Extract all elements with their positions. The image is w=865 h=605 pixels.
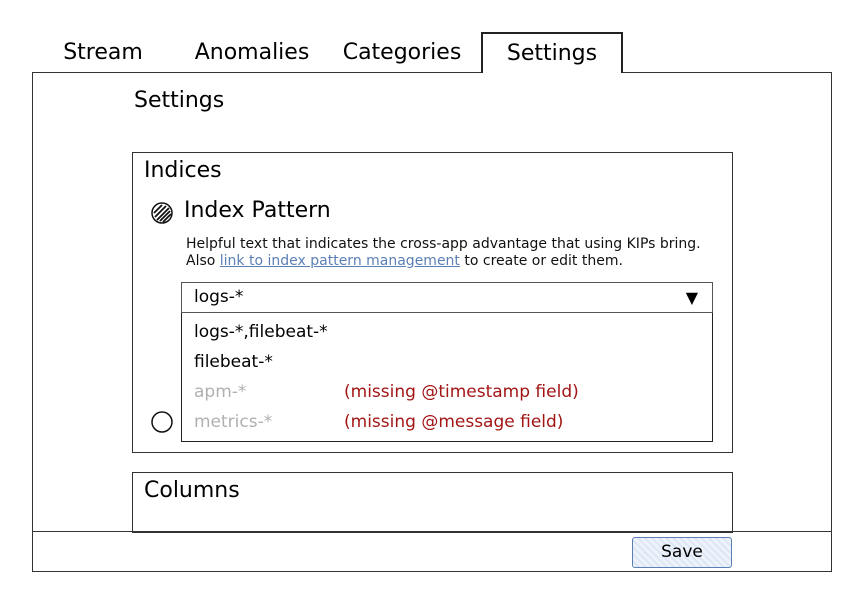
option-label: apm-*	[194, 382, 247, 402]
tab-settings[interactable]: Settings	[481, 32, 623, 73]
option-metrics: metrics-* (missing @message field)	[194, 407, 704, 437]
help-text: Helpful text that indicates the cross-ap…	[186, 236, 706, 270]
radio-empty-icon[interactable]	[150, 410, 174, 434]
footer-divider	[32, 531, 832, 532]
save-button[interactable]: Save	[632, 537, 732, 568]
tab-anomalies[interactable]: Anomalies	[184, 32, 320, 72]
tab-stream[interactable]: Stream	[48, 32, 158, 72]
page-title: Settings	[134, 88, 225, 113]
option-warning: (missing @message field)	[344, 412, 564, 432]
option-filebeat[interactable]: filebeat-*	[194, 347, 704, 377]
indices-title: Indices	[144, 158, 222, 183]
index-pattern-dropdown: logs-*,filebeat-* filebeat-* apm-* (miss…	[181, 313, 713, 442]
help-text-after: to create or edit them.	[459, 253, 623, 269]
index-pattern-select[interactable]: logs-* ▼	[181, 282, 713, 313]
option-warning: (missing @timestamp field)	[344, 382, 579, 402]
tab-categories[interactable]: Categories	[334, 32, 470, 72]
option-logs-filebeat[interactable]: logs-*,filebeat-*	[194, 317, 704, 347]
columns-title: Columns	[144, 478, 240, 503]
radio-selected-icon[interactable]	[150, 201, 174, 225]
option-label: logs-*,filebeat-*	[194, 322, 328, 342]
select-value: logs-*	[194, 287, 244, 307]
option-apm: apm-* (missing @timestamp field)	[194, 377, 704, 407]
option-label: metrics-*	[194, 412, 273, 432]
index-pattern-label: Index Pattern	[184, 198, 331, 223]
index-pattern-management-link[interactable]: link to index pattern management	[220, 253, 460, 269]
option-label: filebeat-*	[194, 352, 273, 372]
caret-down-icon[interactable]: ▼	[686, 283, 698, 312]
